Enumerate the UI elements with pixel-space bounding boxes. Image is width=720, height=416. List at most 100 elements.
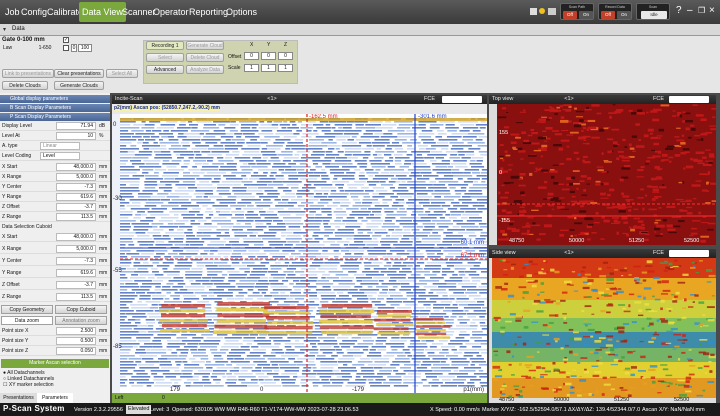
presentations-tab[interactable]: Presentations — [0, 393, 37, 403]
scan-path-on[interactable]: On — [579, 11, 593, 19]
cuboid-param-input[interactable]: 5,000.0 — [56, 245, 96, 253]
scan-path-toggle[interactable]: Scan Path Off On — [560, 3, 594, 20]
xy-marker-option[interactable]: ☐ XY marker selection — [3, 382, 54, 388]
bscan-texture — [306, 304, 320, 306]
level-at-input[interactable]: 10 — [56, 132, 96, 140]
offset-z-input[interactable]: 0 — [278, 52, 293, 60]
view-param-input[interactable]: 5,000.0 — [56, 173, 96, 181]
side-view-texture — [583, 343, 590, 346]
side-view-texture — [631, 321, 637, 324]
side-view-texture — [633, 265, 641, 268]
bscan-image[interactable]: -162.5 mm -301.6 mm60.1 mm67.1 mm0-30-55-… — [112, 114, 487, 393]
advanced-button[interactable]: Advanced — [146, 65, 184, 74]
record-data-off[interactable]: Off — [601, 11, 615, 19]
scale-y-input[interactable]: 1 — [261, 64, 276, 72]
delete-clouds-button[interactable]: Delete Clouds — [2, 81, 48, 90]
chevron-down-icon[interactable]: ▾ — [3, 26, 6, 33]
display-level-input[interactable]: 71.94 — [56, 122, 96, 130]
bscan-texture — [312, 235, 319, 237]
menu-options[interactable]: Options — [223, 2, 260, 22]
view-param-input[interactable]: 113.5 — [56, 213, 96, 221]
bscan-texture — [270, 265, 289, 267]
bscan-texture — [468, 217, 482, 219]
pscan-display-header[interactable]: P Scan Display Parameters — [0, 113, 110, 121]
delete-cloud-button[interactable]: Delete Cloud — [186, 53, 224, 62]
bscan-texture — [342, 376, 352, 378]
copy-geometry-button[interactable]: Copy Geometry — [1, 305, 53, 314]
bscan-texture — [481, 169, 487, 171]
record-data-toggle[interactable]: Record Data Off On — [598, 3, 632, 20]
settings-icon[interactable] — [548, 8, 556, 15]
bscan-texture — [213, 121, 231, 123]
data-zoom-tab[interactable]: Data zoom — [1, 316, 53, 325]
cuboid-param-input[interactable]: 113.5 — [56, 293, 96, 301]
cuboid-param-input[interactable]: 48,000.0 — [56, 233, 96, 241]
range-to-input[interactable]: 100 — [78, 44, 92, 52]
range-from-input[interactable]: 0 — [71, 44, 77, 52]
parameters-tab[interactable]: Parameters — [37, 393, 73, 403]
marker-ascan-header[interactable]: Marker Ascan selection — [1, 359, 109, 368]
point-size-input[interactable]: 0.500 — [56, 337, 96, 345]
offset-x-input[interactable]: 0 — [244, 52, 259, 60]
law-select[interactable]: 1-650 — [30, 45, 60, 52]
offset-y-input[interactable]: 0 — [261, 52, 276, 60]
bscan-texture — [396, 253, 410, 255]
top-view-tools-icon[interactable] — [669, 96, 709, 103]
bscan-texture — [154, 289, 161, 291]
bscan-view-tools-icon[interactable] — [442, 96, 482, 103]
copy-cuboid-button[interactable]: Copy Cuboid — [55, 305, 107, 314]
help-icon[interactable]: ? — [676, 5, 682, 17]
cuboid-param-input[interactable]: -7.3 — [56, 257, 96, 265]
top-view-image[interactable]: 1550-15548750 50000 51250 52500 — [489, 104, 716, 245]
side-view-image[interactable]: 48750 50000 51250 52500 — [489, 258, 716, 403]
view-param-input[interactable]: 48,000.0 — [56, 163, 96, 171]
top-view-texture — [560, 208, 569, 210]
link-presentations-button[interactable]: Link to presentations — [2, 69, 54, 78]
bscan-texture — [294, 139, 304, 141]
a-type-select[interactable]: Linear — [40, 142, 80, 150]
level-coding-select[interactable]: Level — [40, 152, 80, 160]
clear-presentations-button[interactable]: Clear presentations — [54, 69, 104, 78]
scale-x-input[interactable]: 1 — [244, 64, 259, 72]
point-size-row: Point size X 2.500 mm — [0, 327, 110, 336]
analyze-data-button[interactable]: Analyze Data — [186, 65, 224, 74]
bscan-texture — [467, 178, 480, 180]
view-param-input[interactable]: -7.3 — [56, 183, 96, 191]
bscan-y-tick: -85 — [113, 344, 122, 350]
bscan-texture — [194, 292, 213, 294]
grid-icon[interactable] — [530, 8, 537, 15]
scan-path-off[interactable]: Off — [563, 11, 577, 19]
record-data-on[interactable]: On — [617, 11, 631, 19]
bscan-texture — [465, 292, 477, 294]
gate-checkbox[interactable]: ✓ — [63, 37, 69, 43]
bscan-texture — [289, 256, 294, 258]
bscan-texture — [120, 271, 134, 273]
cuboid-param-input[interactable]: -3.7 — [56, 281, 96, 289]
recording-1-button[interactable]: Recording 1 — [146, 41, 184, 50]
range-checkbox[interactable] — [63, 45, 69, 51]
restore-icon[interactable]: ❐ — [698, 5, 705, 17]
generate-cloud-button[interactable]: Generate Cloud — [186, 41, 224, 50]
view-param-input[interactable]: -3.7 — [56, 203, 96, 211]
bscan-texture — [391, 178, 398, 180]
cuboid-param-input[interactable]: 619.6 — [56, 269, 96, 277]
point-size-input[interactable]: 2.500 — [56, 327, 96, 335]
close-icon[interactable]: × — [709, 5, 715, 17]
tab-data[interactable]: Data — [12, 26, 25, 32]
global-display-header[interactable]: Global display parameters — [0, 95, 110, 103]
side-view-tools-icon[interactable] — [669, 250, 709, 257]
status-bar: P-Scan System Version 2.3.2.29556 Elevat… — [0, 403, 720, 416]
select-button[interactable]: Select — [146, 53, 184, 62]
select-all-button[interactable]: Select All — [106, 69, 138, 78]
bscan-display-header[interactable]: B Scan Display Parameters — [0, 104, 110, 112]
view-param-input[interactable]: 619.6 — [56, 193, 96, 201]
bscan-texture — [280, 232, 293, 234]
generate-clouds-button[interactable]: Generate Clouds — [54, 81, 104, 90]
scan-state[interactable]: Scan Idle — [636, 3, 670, 20]
bscan-texture — [448, 184, 469, 186]
bscan-texture — [275, 133, 294, 135]
point-size-input[interactable]: 0.050 — [56, 347, 96, 355]
scale-z-input[interactable]: 1 — [278, 64, 293, 72]
annotation-zoom-tab[interactable]: Annotation zoom — [55, 316, 107, 325]
minimize-icon[interactable]: – — [687, 5, 693, 17]
